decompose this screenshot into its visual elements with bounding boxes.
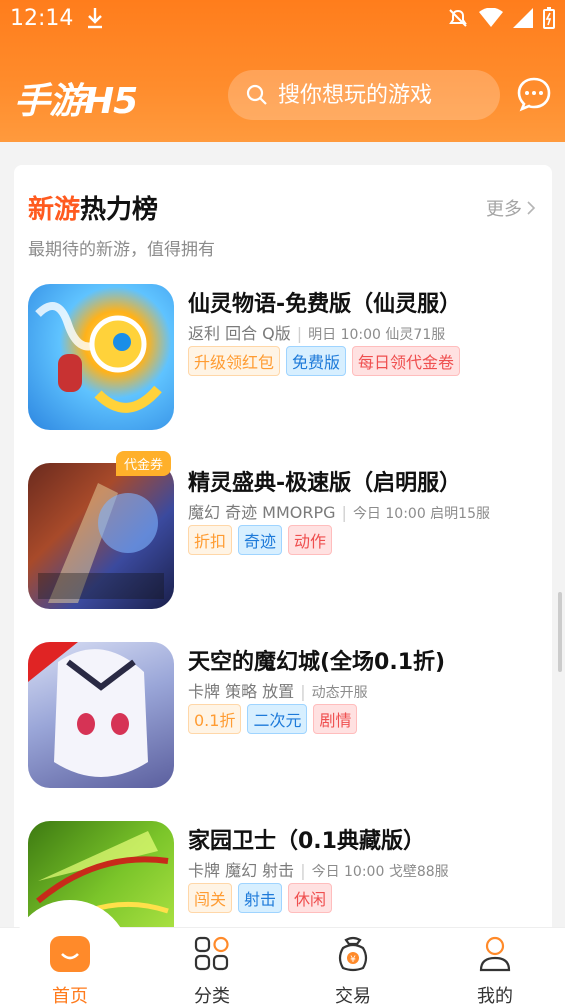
game-art — [35, 302, 162, 413]
trade-icon: ¥ — [338, 936, 368, 972]
game-art — [38, 483, 164, 603]
game-schedule: 明日 10:00 仙灵71服 — [308, 327, 446, 343]
tab-home[interactable]: 首页 — [20, 934, 120, 1004]
chevron-right-icon — [527, 201, 536, 215]
wifi-icon — [479, 8, 503, 27]
game-meta: 返利 回合 Q版 | 明日 10:00 仙灵71服 — [188, 324, 446, 343]
game-thumbnail[interactable] — [28, 642, 174, 788]
game-name: 家园卫士（0.1典藏版） — [188, 829, 425, 854]
game-schedule: 动态开服 — [311, 685, 368, 701]
game-tags: 0.1折 二次元 剧情 — [188, 704, 358, 734]
search-input[interactable] — [278, 82, 488, 108]
game-item[interactable]: 天空的魔幻城(全场0.1折) 卡牌 策略 放置 | 动态开服 0.1折 二次元 剧情 — [28, 642, 538, 792]
game-schedule: 今日 10:00 戈壁88服 — [311, 864, 449, 880]
status-time: 12:14 — [10, 6, 74, 31]
game-name: 精灵盛典-极速版（启明服） — [188, 471, 462, 496]
game-tag: 射击 — [238, 883, 283, 913]
game-tags: 折扣 奇迹 动作 — [188, 525, 333, 555]
game-name: 天空的魔幻城(全场0.1折) — [188, 650, 446, 675]
section-subtitle: 最期待的新游，值得拥有 — [28, 240, 215, 260]
game-item[interactable]: 代金券 精灵盛典-极速版（启明服） 魔幻 奇迹 MMORPG | 今日 10:00 … — [28, 451, 538, 613]
game-tag: 闯关 — [188, 883, 233, 913]
game-tag: 剧情 — [313, 704, 358, 734]
game-tag: 免费版 — [286, 346, 347, 376]
game-meta: 魔幻 奇迹 MMORPG | 今日 10:00 启明15服 — [188, 503, 490, 522]
svg-text:¥: ¥ — [350, 955, 356, 965]
tab-category[interactable]: 分类 — [162, 934, 262, 1004]
section-title: 新游热力榜 — [28, 189, 158, 226]
game-genres: 返利 回合 Q版 — [188, 324, 291, 343]
game-genres: 卡牌 魔幻 射击 — [188, 861, 295, 880]
more-label: 更多 — [486, 199, 522, 220]
profile-icon — [479, 936, 511, 972]
section-title-highlight: 新游 — [28, 195, 81, 225]
game-tag: 升级领红包 — [188, 346, 281, 376]
coupon-badge: 代金券 — [116, 451, 172, 476]
game-genres: 卡牌 策略 放置 — [188, 682, 295, 701]
tab-label: 首页 — [52, 986, 88, 1004]
search-icon — [246, 84, 267, 105]
game-tag: 休闲 — [288, 883, 333, 913]
mute-icon — [449, 9, 467, 27]
signal-icon — [513, 8, 533, 28]
scrollbar[interactable] — [558, 592, 562, 672]
tab-profile[interactable]: 我的 — [445, 934, 545, 1004]
home-icon — [50, 936, 90, 972]
tab-label: 交易 — [335, 986, 371, 1004]
app-logo: 手游H5 — [14, 81, 138, 122]
app-header: 12:14 手游H5 — [0, 0, 565, 142]
game-tag: 动作 — [288, 525, 333, 555]
game-meta: 卡牌 魔幻 射击 | 今日 10:00 戈壁88服 — [188, 861, 449, 880]
game-tag: 每日领代金卷 — [352, 346, 461, 376]
download-icon — [88, 8, 102, 29]
game-tag: 0.1折 — [188, 704, 242, 734]
hot-games-card: 新游热力榜 更多 最期待的新游，值得拥有 仙灵物语-免费版（仙灵服） 返利 回合… — [14, 165, 552, 965]
status-bar: 12:14 — [0, 0, 565, 38]
bottom-tab-bar: 首页 分类 ¥ 交易 我的 — [0, 900, 565, 1004]
game-schedule: 今日 10:00 启明15服 — [352, 506, 490, 522]
game-thumbnail[interactable] — [28, 463, 174, 609]
game-art — [28, 642, 148, 777]
game-tag: 奇迹 — [238, 525, 283, 555]
game-name: 仙灵物语-免费版（仙灵服） — [188, 292, 462, 317]
game-meta: 卡牌 策略 放置 | 动态开服 — [188, 682, 368, 701]
section-title-rest: 热力榜 — [80, 195, 159, 225]
tab-label: 分类 — [194, 986, 230, 1004]
search-bar[interactable] — [228, 70, 500, 120]
game-tag: 二次元 — [247, 704, 308, 734]
game-genres: 魔幻 奇迹 MMORPG — [188, 503, 336, 522]
tab-label: 我的 — [477, 986, 513, 1004]
game-tags: 升级领红包 免费版 每日领代金卷 — [188, 346, 461, 376]
game-thumbnail[interactable] — [28, 284, 174, 430]
game-tag: 折扣 — [188, 525, 233, 555]
battery-icon — [543, 7, 555, 29]
category-icon — [194, 936, 229, 971]
more-link[interactable]: 更多 — [486, 195, 536, 221]
message-icon[interactable] — [516, 76, 552, 112]
game-item[interactable]: 仙灵物语-免费版（仙灵服） 返利 回合 Q版 | 明日 10:00 仙灵71服 升级… — [28, 284, 538, 434]
tab-trade[interactable]: ¥ 交易 — [303, 934, 403, 1004]
game-tags: 闯关 射击 休闲 — [188, 883, 333, 913]
